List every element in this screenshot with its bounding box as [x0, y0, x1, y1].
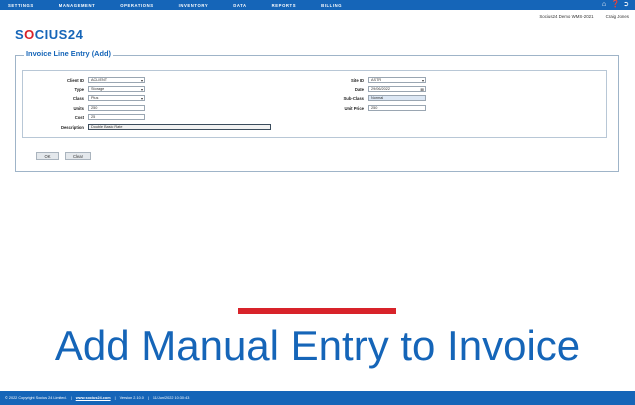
row-unit-price: Unit Price 250 — [320, 105, 426, 111]
headline-caption: Add Manual Entry to Invoice — [54, 322, 581, 369]
description-input[interactable]: Double Basic Rate — [88, 124, 271, 130]
nav-settings[interactable]: SETTINGS — [8, 3, 34, 8]
ok-button[interactable]: OK — [36, 152, 59, 160]
type-select[interactable]: Storage — [88, 86, 145, 92]
subclass-label: Sub-Class — [343, 95, 364, 101]
brand-logo[interactable]: SOCIUS24 — [15, 27, 83, 42]
nav-icons: ⌂ ❓ ➲ — [600, 1, 630, 9]
nav-billing[interactable]: BILLING — [321, 3, 342, 8]
nav-reports[interactable]: REPORTS — [272, 3, 296, 8]
site-id-label: Site ID — [350, 77, 364, 83]
subclass-input[interactable]: Normal — [368, 95, 426, 101]
environment-name: Socius24 Demo WMS-2021 — [539, 14, 594, 19]
row-type: Type Storage — [40, 86, 145, 92]
footer-separator: | — [147, 396, 149, 400]
user-name[interactable]: Craig Jones — [606, 14, 629, 19]
footer-bar: © 2022 Copyright Socius 24 Limited. | ww… — [0, 391, 635, 405]
type-label: Type — [74, 86, 84, 92]
description-label: Description — [60, 124, 84, 130]
date-label: Date — [354, 86, 364, 92]
class-label: Class — [72, 95, 84, 101]
help-icon[interactable]: ❓ — [611, 1, 620, 9]
logo-rest: CIUS24 — [34, 27, 84, 42]
unit-price-label: Unit Price — [344, 105, 364, 111]
cost-input[interactable]: 25 — [88, 114, 145, 120]
cost-label: Cost — [74, 114, 84, 120]
row-client-id: Client ID ACLIENT — [40, 77, 145, 83]
nav-data[interactable]: DATA — [233, 3, 246, 8]
row-date: Date 29/06/2022 — [320, 86, 426, 92]
footer-version: Version 2.10.0 — [119, 396, 144, 400]
footer-separator: | — [114, 396, 116, 400]
sub-header: Socius24 Demo WMS-2021 Craig Jones — [539, 14, 629, 19]
app-root: SETTINGS MANAGEMENT OPERATIONS INVENTORY… — [0, 0, 635, 405]
panel-title: Invoice Line Entry (Add) — [24, 49, 113, 58]
client-id-label: Client ID — [67, 77, 84, 83]
client-id-select[interactable]: ACLIENT — [88, 77, 145, 83]
units-input[interactable]: 250 — [88, 105, 145, 111]
home-icon[interactable]: ⌂ — [600, 1, 608, 9]
unit-price-input[interactable]: 250 — [368, 105, 426, 111]
footer-website-link[interactable]: www.socius24.com — [76, 396, 111, 400]
row-units: Units 250 — [40, 105, 145, 111]
row-subclass: Sub-Class Normal — [320, 95, 426, 101]
logo-letter-o: O — [24, 27, 35, 42]
nav-inventory[interactable]: INVENTORY — [179, 3, 209, 8]
row-description: Description Double Basic Rate — [40, 124, 271, 130]
nav-operations[interactable]: OPERATIONS — [120, 3, 153, 8]
top-nav-bar: SETTINGS MANAGEMENT OPERATIONS INVENTORY… — [0, 0, 635, 10]
row-site-id: Site ID ASTR — [320, 77, 426, 83]
footer-timestamp: 11/Jun/2022 10:30:43 — [152, 396, 190, 400]
nav-management[interactable]: MANAGEMENT — [59, 3, 95, 8]
logout-icon[interactable]: ➲ — [622, 1, 630, 9]
units-label: Units — [73, 105, 84, 111]
footer-copyright: © 2022 Copyright Socius 24 Limited. — [5, 396, 67, 400]
accent-bar — [238, 308, 396, 314]
row-class: Class Plus — [40, 95, 145, 101]
row-cost: Cost 25 — [40, 114, 145, 120]
class-select[interactable]: Plus — [88, 95, 145, 101]
logo-letter-s: S — [15, 27, 25, 42]
date-input[interactable]: 29/06/2022 — [368, 86, 426, 92]
footer-separator: | — [70, 396, 72, 400]
site-id-select[interactable]: ASTR — [368, 77, 426, 83]
clear-button[interactable]: Clear — [65, 152, 91, 160]
